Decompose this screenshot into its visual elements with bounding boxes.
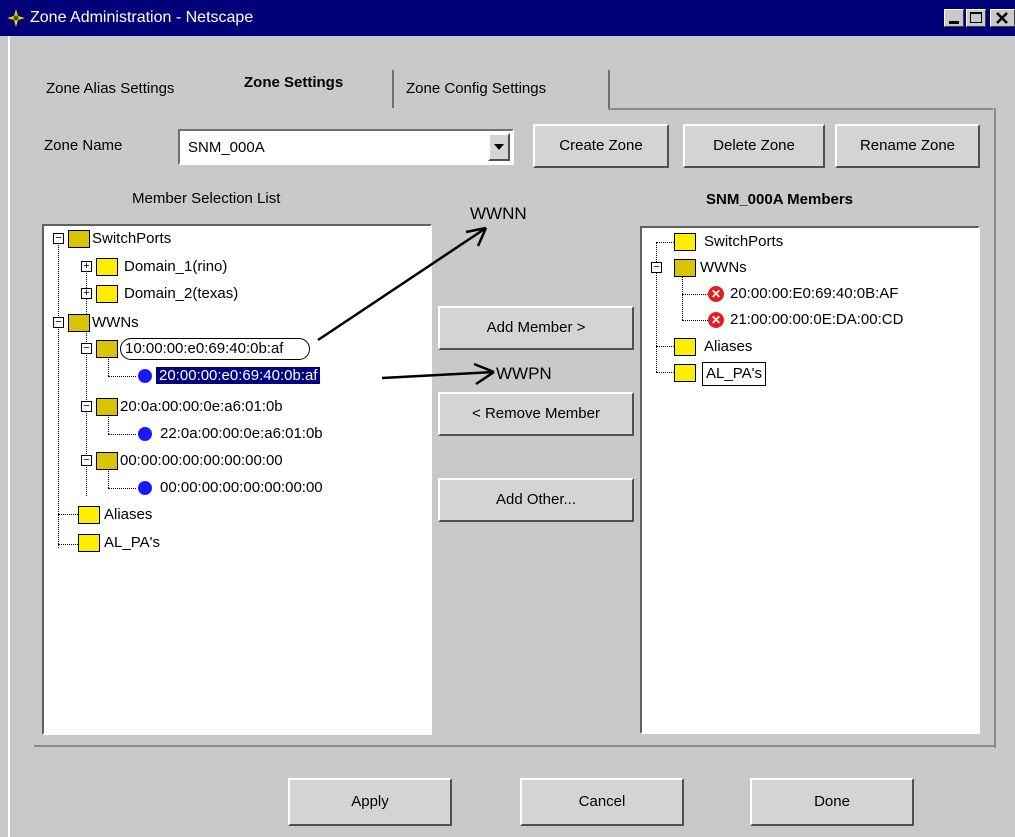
tree-line	[682, 320, 708, 321]
member-node-al-pas[interactable]: AL_PA's	[702, 362, 766, 386]
member-node-aliases[interactable]: Aliases	[704, 336, 752, 358]
tree-line	[656, 242, 674, 243]
folder-open-icon	[674, 259, 696, 277]
cancel-button[interactable]: Cancel	[520, 778, 684, 826]
zone-members-tree[interactable]: SwitchPorts − WWNs ✕ 20:00:00:E0:69:40:0…	[640, 226, 980, 734]
zone-administration-window: Zone Administration - Netscape Zone Alia…	[0, 0, 1015, 837]
wwpn-arrow	[381, 370, 495, 380]
done-button[interactable]: Done	[750, 778, 914, 826]
member-node-switchports[interactable]: SwitchPorts	[704, 231, 783, 253]
folder-icon	[674, 364, 696, 382]
tree-line	[656, 346, 674, 347]
error-x-icon: ✕	[708, 286, 724, 302]
tree-line	[682, 294, 708, 295]
tree-line	[682, 270, 683, 320]
member-node-wwns[interactable]: WWNs	[700, 257, 747, 279]
wwnn-arrow	[317, 226, 487, 342]
collapse-toggle[interactable]: −	[651, 262, 662, 273]
error-x-icon: ✕	[708, 312, 724, 328]
folder-icon	[674, 338, 696, 356]
tree-line	[656, 372, 674, 373]
member-node-wwn-2[interactable]: 21:00:00:00:0E:DA:00:CD	[730, 309, 903, 331]
member-node-wwn-1[interactable]: 20:00:00:E0:69:40:0B:AF	[730, 283, 898, 305]
apply-button[interactable]: Apply	[288, 778, 452, 826]
folder-icon	[674, 233, 696, 251]
